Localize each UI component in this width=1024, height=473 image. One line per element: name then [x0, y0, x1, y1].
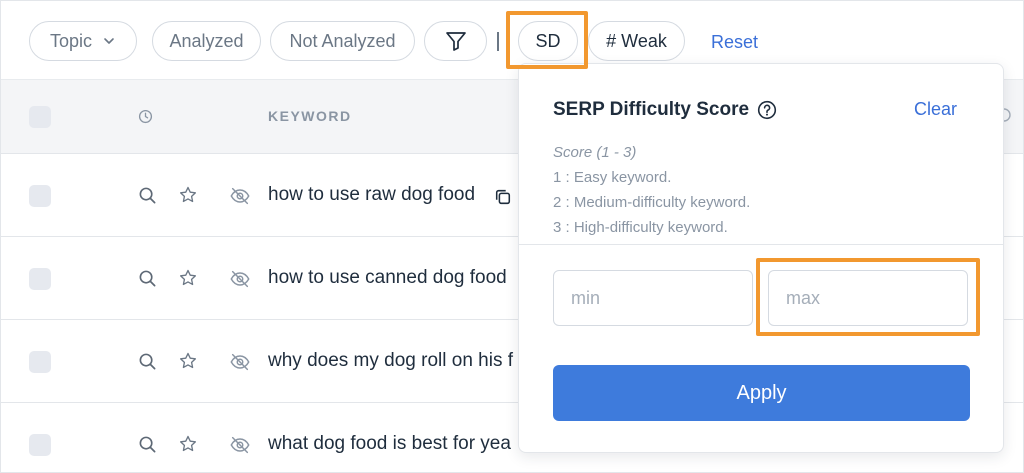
row-checkbox[interactable] — [29, 351, 51, 373]
sd-filter-button[interactable]: SD — [518, 21, 578, 61]
score-level-2: 2 : Medium-difficulty keyword. — [553, 194, 751, 211]
eye-off-icon[interactable] — [229, 434, 251, 456]
min-input[interactable] — [553, 270, 753, 326]
popover-divider — [519, 244, 1003, 245]
copy-icon[interactable] — [494, 188, 512, 206]
topic-label: Topic — [49, 30, 93, 51]
filter-button[interactable] — [424, 21, 487, 61]
score-description: Score (1 - 3) 1 : Easy keyword. 2 : Medi… — [553, 140, 750, 240]
reset-link[interactable]: Reset — [711, 32, 758, 53]
topic-dropdown[interactable]: Topic — [29, 21, 137, 61]
weak-label: # Weak — [606, 30, 667, 51]
row-checkbox[interactable] — [29, 434, 51, 456]
apply-button[interactable]: Apply — [553, 365, 970, 421]
sd-filter-popover: SERP Difficulty Score Clear Score (1 - 3… — [518, 63, 1004, 453]
not-analyzed-filter-button[interactable]: Not Analyzed — [270, 21, 415, 61]
keyword-text[interactable]: how to use raw dog food — [268, 184, 475, 206]
clear-link[interactable]: Clear — [914, 99, 957, 120]
row-checkbox[interactable] — [29, 185, 51, 207]
score-level-1: 1 : Easy keyword. — [553, 169, 672, 186]
toolbar-separator — [497, 32, 499, 51]
star-icon[interactable] — [178, 185, 198, 205]
sd-label: SD — [535, 30, 561, 51]
search-icon[interactable] — [138, 435, 157, 454]
star-icon[interactable] — [178, 434, 198, 454]
keyword-text[interactable]: why does my dog roll on his f — [268, 350, 513, 372]
eye-off-icon[interactable] — [229, 185, 251, 207]
weak-filter-button[interactable]: # Weak — [588, 21, 685, 61]
clock-icon — [138, 109, 153, 124]
star-icon[interactable] — [178, 351, 198, 371]
star-icon[interactable] — [178, 268, 198, 288]
select-all-checkbox[interactable] — [29, 106, 51, 128]
eye-off-icon[interactable] — [229, 268, 251, 290]
help-circle-icon[interactable] — [757, 100, 777, 120]
analyzed-filter-button[interactable]: Analyzed — [152, 21, 261, 61]
eye-off-icon[interactable] — [229, 351, 251, 373]
score-level-3: 3 : High-difficulty keyword. — [553, 219, 728, 236]
search-icon[interactable] — [138, 186, 157, 205]
search-icon[interactable] — [138, 352, 157, 371]
keyword-text[interactable]: what dog food is best for yea — [268, 433, 511, 455]
popover-title-text: SERP Difficulty Score — [553, 99, 750, 120]
info-icon — [1002, 108, 1011, 122]
keyword-table-screen: Topic Analyzed Not Analyzed SD # Weak Re… — [0, 0, 1024, 473]
filter-icon — [445, 32, 466, 51]
row-checkbox[interactable] — [29, 268, 51, 290]
score-range: Score (1 - 3) — [553, 144, 637, 161]
chevron-down-icon — [104, 38, 114, 44]
analyzed-label: Analyzed — [169, 30, 244, 51]
popover-title: SERP Difficulty Score — [553, 99, 777, 121]
max-input[interactable] — [768, 270, 968, 326]
keyword-column-header[interactable]: KEYWORD — [268, 108, 352, 124]
not-analyzed-label: Not Analyzed — [289, 30, 396, 51]
search-icon[interactable] — [138, 269, 157, 288]
keyword-text[interactable]: how to use canned dog food — [268, 267, 507, 289]
